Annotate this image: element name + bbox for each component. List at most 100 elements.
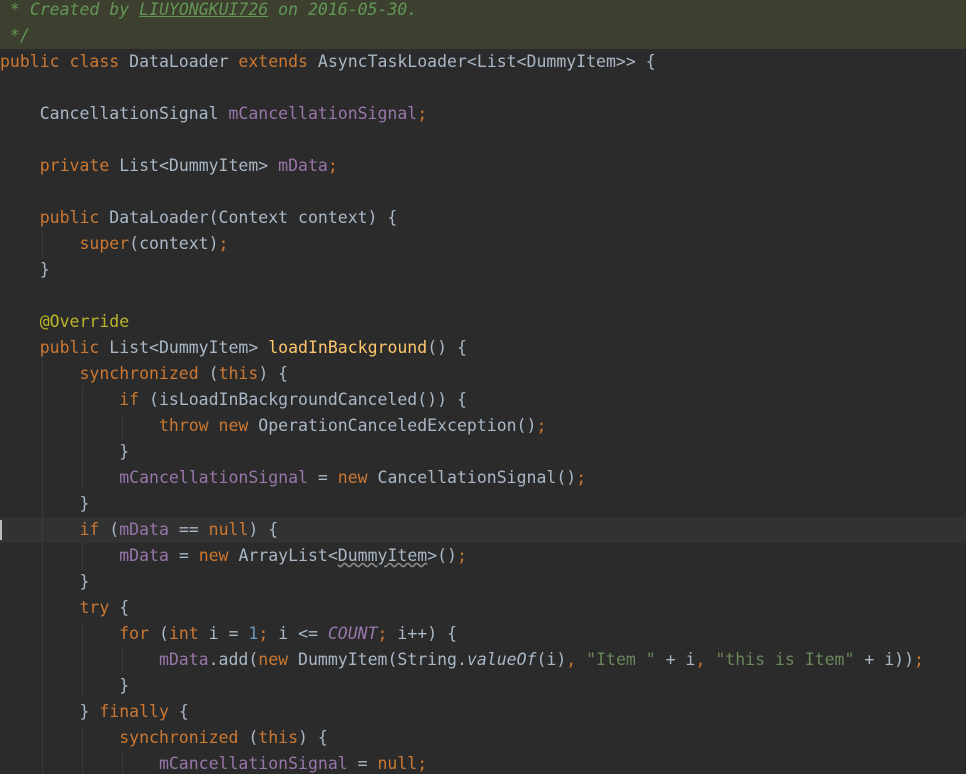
code-token: this — [258, 728, 299, 747]
code-line[interactable]: super(context); — [0, 231, 966, 257]
code-token: if — [0, 520, 110, 539]
code-token: ; — [417, 104, 428, 123]
code-line[interactable]: private List<DummyItem> mData; — [0, 153, 966, 179]
code-token: new — [198, 546, 239, 565]
code-token: mCancellationSignal — [0, 468, 318, 487]
indent-guide — [82, 413, 83, 439]
code-token: () { — [427, 338, 467, 357]
code-line[interactable] — [0, 127, 966, 153]
code-line[interactable]: public List<DummyItem> loadInBackground(… — [0, 335, 966, 361]
indent-guide — [82, 647, 83, 673]
code-token: ) { — [298, 728, 328, 747]
code-token: public — [0, 208, 110, 227]
indent-guide — [122, 647, 123, 673]
code-token: List<DummyItem> — [119, 156, 279, 175]
code-token: new — [337, 468, 378, 487]
code-token: synchronized — [0, 364, 209, 383]
code-token: ( — [158, 624, 169, 643]
code-line[interactable]: if (isLoadInBackgroundCanceled()) { — [0, 387, 966, 413]
code-token: * — [0, 0, 30, 19]
indent-guide — [42, 387, 43, 413]
code-token: mData — [119, 520, 179, 539]
code-line[interactable]: try { — [0, 595, 966, 621]
code-token: DataLoader(Context context) { — [109, 208, 398, 227]
code-line[interactable] — [0, 75, 966, 101]
code-line[interactable]: } — [0, 439, 966, 465]
code-line[interactable]: throw new OperationCanceledException(); — [0, 413, 966, 439]
code-line[interactable]: if (mData == null) { — [0, 517, 966, 543]
code-token: + i)) — [864, 650, 915, 669]
code-token: >() — [427, 546, 457, 565]
code-line[interactable]: } — [0, 673, 966, 699]
code-token: ) { — [258, 364, 289, 383]
code-token: valueOf — [466, 650, 537, 669]
code-token: = — [317, 468, 338, 487]
code-token: { — [178, 702, 189, 721]
code-token: Created by — [29, 0, 140, 19]
code-line[interactable] — [0, 283, 966, 309]
code-token: mData — [0, 546, 179, 565]
code-line[interactable]: CancellationSignal mCancellationSignal; — [0, 101, 966, 127]
code-token: (isLoadInBackgroundCanceled()) { — [149, 390, 467, 409]
code-token: ; — [536, 416, 547, 435]
indent-guide — [82, 725, 83, 751]
code-token: = — [357, 754, 378, 773]
code-token: List<DummyItem> — [109, 338, 269, 357]
code-line[interactable]: for (int i = 1; i <= COUNT; i++) { — [0, 621, 966, 647]
code-token: mCancellationSignal — [0, 754, 358, 773]
code-token: i = — [208, 624, 249, 643]
code-line[interactable]: mCancellationSignal = null; — [0, 751, 966, 774]
code-token: } — [0, 702, 100, 721]
code-token: ) { — [248, 520, 279, 539]
indent-guide — [42, 491, 43, 517]
code-line[interactable]: } — [0, 491, 966, 517]
code-line[interactable]: mData.add(new DummyItem(String.valueOf(i… — [0, 647, 966, 673]
code-token: on 2016-05-30. — [268, 0, 418, 19]
code-line[interactable]: public DataLoader(Context context) { — [0, 205, 966, 231]
code-token: extends — [238, 52, 318, 71]
code-line[interactable]: mData = new ArrayList<DummyItem>(); — [0, 543, 966, 569]
code-token: ( — [248, 728, 259, 747]
indent-guide — [42, 699, 43, 725]
code-token: "Item " — [586, 650, 666, 669]
code-token: ( — [208, 364, 219, 383]
code-token: super — [0, 234, 130, 253]
code-line[interactable] — [0, 179, 966, 205]
indent-guide — [42, 621, 43, 647]
code-line[interactable]: synchronized (this) { — [0, 725, 966, 751]
code-token: @Override — [0, 312, 130, 331]
code-line[interactable]: synchronized (this) { — [0, 361, 966, 387]
code-token: i <= — [278, 624, 328, 643]
code-token: LIUYONGKUI726 — [139, 0, 269, 19]
code-token: null — [208, 520, 249, 539]
code-line[interactable]: } — [0, 569, 966, 595]
code-token: } — [0, 442, 130, 461]
code-line[interactable]: */ — [0, 23, 966, 49]
code-token: loadInBackground — [268, 338, 428, 357]
code-token: ; — [914, 650, 924, 669]
code-token: public class — [0, 52, 130, 71]
code-token: ; — [457, 546, 467, 565]
indent-guide — [42, 725, 43, 751]
code-line[interactable]: * Created by LIUYONGKUI726 on 2016-05-30… — [0, 0, 966, 23]
code-line[interactable]: public class DataLoader extends AsyncTas… — [0, 49, 966, 75]
code-line[interactable]: mCancellationSignal = new CancellationSi… — [0, 465, 966, 491]
code-token: == — [178, 520, 209, 539]
code-token: mData — [0, 650, 209, 669]
code-editor[interactable]: * Created by LIUYONGKUI726 on 2016-05-30… — [0, 0, 966, 774]
code-token: .add( — [208, 650, 259, 669]
code-token: AsyncTaskLoader<List<DummyItem>> { — [317, 52, 656, 71]
code-token: DummyItem(String. — [298, 650, 467, 669]
code-line[interactable]: @Override — [0, 309, 966, 335]
code-token: */ — [0, 26, 30, 45]
indent-guide — [82, 673, 83, 699]
code-line[interactable]: } — [0, 257, 966, 283]
code-token: ; — [576, 468, 587, 487]
indent-guide — [42, 517, 43, 543]
code-token: + i — [665, 650, 696, 669]
text-caret — [0, 520, 2, 540]
code-token: mCancellationSignal — [228, 104, 418, 123]
code-token: try — [0, 598, 120, 617]
code-token: CancellationSignal — [0, 104, 229, 123]
code-line[interactable]: } finally { — [0, 699, 966, 725]
